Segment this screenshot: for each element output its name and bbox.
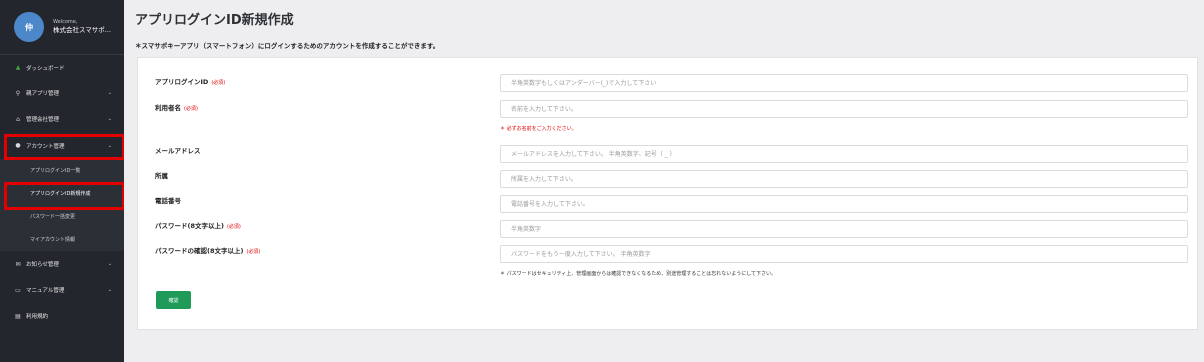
email-input[interactable] [500,145,1188,163]
sidebar-item-dashboard[interactable]: ▲ ダッシュボード [0,55,124,80]
password-note: ＊ パスワードはセキュリティ上、管理画面からは確認できなくなるため、別途管理する… [500,271,777,277]
inbox-icon: ▭ [15,286,21,294]
chevron-down-icon: ⌄ [107,116,112,122]
sidebar-item-management-company[interactable]: ⌂ 管理会社管理 ⌄ [0,106,124,132]
user-name-input[interactable] [500,100,1188,118]
user-profile: 仲 Welcome, 株式会社スマサポ... [0,0,124,55]
login-id-input[interactable] [500,74,1188,92]
dashboard-icon: ▲ [15,64,21,71]
field-label: 所属 [155,172,168,180]
sidebar-item-label: マイアカウント情報 [30,237,76,243]
user-name-error: ＊ 必ずお名前をご入力ください。 [500,126,577,132]
sidebar-item-parent-app[interactable]: ⚲ 親アプリ管理 ⌄ [0,80,124,106]
account-submenu: アプリログインID一覧 アプリログインID新規作成 パスワード一括変更 マイアカ… [0,159,124,251]
page-title: アプリログインID新規作成 [135,13,294,28]
field-label: パスワードの確認(8文字以上) (必須) [155,247,261,255]
required-tag: (必須) [226,224,241,230]
confirm-button[interactable]: 確認 [156,291,191,309]
sidebar-subitem-password-bulk-change[interactable]: パスワード一括変更 [0,205,124,228]
chevron-down-icon: ⌄ [107,142,112,149]
sidebar-subitem-my-account[interactable]: マイアカウント情報 [0,228,124,251]
field-label: アプリログインID (必須) [155,78,226,86]
phone-input[interactable] [500,195,1188,213]
document-icon: ▤ [15,312,21,320]
sidebar-item-label: パスワード一括変更 [30,214,76,220]
required-tag: (必須) [184,106,198,112]
avatar[interactable]: 仲 [14,12,44,42]
chevron-down-icon: ⌄ [107,261,112,267]
page-description: ＊スマサポキーアプリ（スマートフォン）にログインするためのアカウントを作成するこ… [135,42,440,50]
field-label: 電話番号 [155,197,181,205]
user-icon: ● [15,142,21,149]
main-content: アプリログインID新規作成 ＊スマサポキーアプリ（スマートフォン）にログインする… [124,0,1204,362]
sidebar-item-terms[interactable]: ▤ 利用規約 [0,303,124,329]
welcome-text: Welcome, [53,19,78,26]
sidebar-subitem-login-id-list[interactable]: アプリログインID一覧 [0,159,124,182]
sidebar-item-label: 管理会社管理 [26,117,60,123]
sidebar-item-label: アプリログインID新規作成 [30,191,91,197]
key-icon: ⚲ [15,89,21,97]
field-label: メールアドレス [155,147,201,155]
sidebar-item-label: ダッシュボード [26,65,65,72]
sidebar-subitem-login-id-create[interactable]: アプリログインID新規作成 [0,182,124,205]
form-card: アプリログインID(必須) 利用者名(必須) ＊ 必ずお名前をご入力ください。 … [137,57,1198,330]
sidebar-item-label: お知らせ管理 [26,262,59,268]
mail-icon: ✉ [15,260,21,268]
password-confirm-input[interactable] [500,245,1188,263]
home-icon: ⌂ [16,115,20,123]
chevron-down-icon: ⌄ [107,287,112,293]
company-name: 株式会社スマサポ... [53,26,112,35]
required-tag: (必須) [246,249,261,255]
chevron-down-icon: ⌄ [107,90,112,96]
required-tag: (必須) [211,80,226,86]
sidebar-item-label: マニュアル管理 [26,288,65,294]
field-label: 利用者名 (必須) [155,104,198,112]
sidebar-item-label: 親アプリ管理 [26,91,60,97]
sidebar-item-label: アカウント管理 [26,143,65,150]
sidebar-item-notices[interactable]: ✉ お知らせ管理 ⌄ [0,251,124,277]
user-info: Welcome, 株式会社スマサポ... [53,19,111,35]
sidebar-item-account[interactable]: ● アカウント管理 ⌄ [0,132,124,159]
password-input[interactable] [500,220,1188,238]
field-label: パスワード(8文字以上) (必須) [155,222,241,230]
sidebar-item-manuals[interactable]: ▭ マニュアル管理 ⌄ [0,277,124,303]
sidebar: 仲 Welcome, 株式会社スマサポ... ▲ ダッシュボード ⚲ 親アプリ管… [0,0,124,362]
department-input[interactable] [500,170,1188,188]
sidebar-item-label: 利用規約 [26,314,49,320]
sidebar-item-label: アプリログインID一覧 [30,168,81,174]
